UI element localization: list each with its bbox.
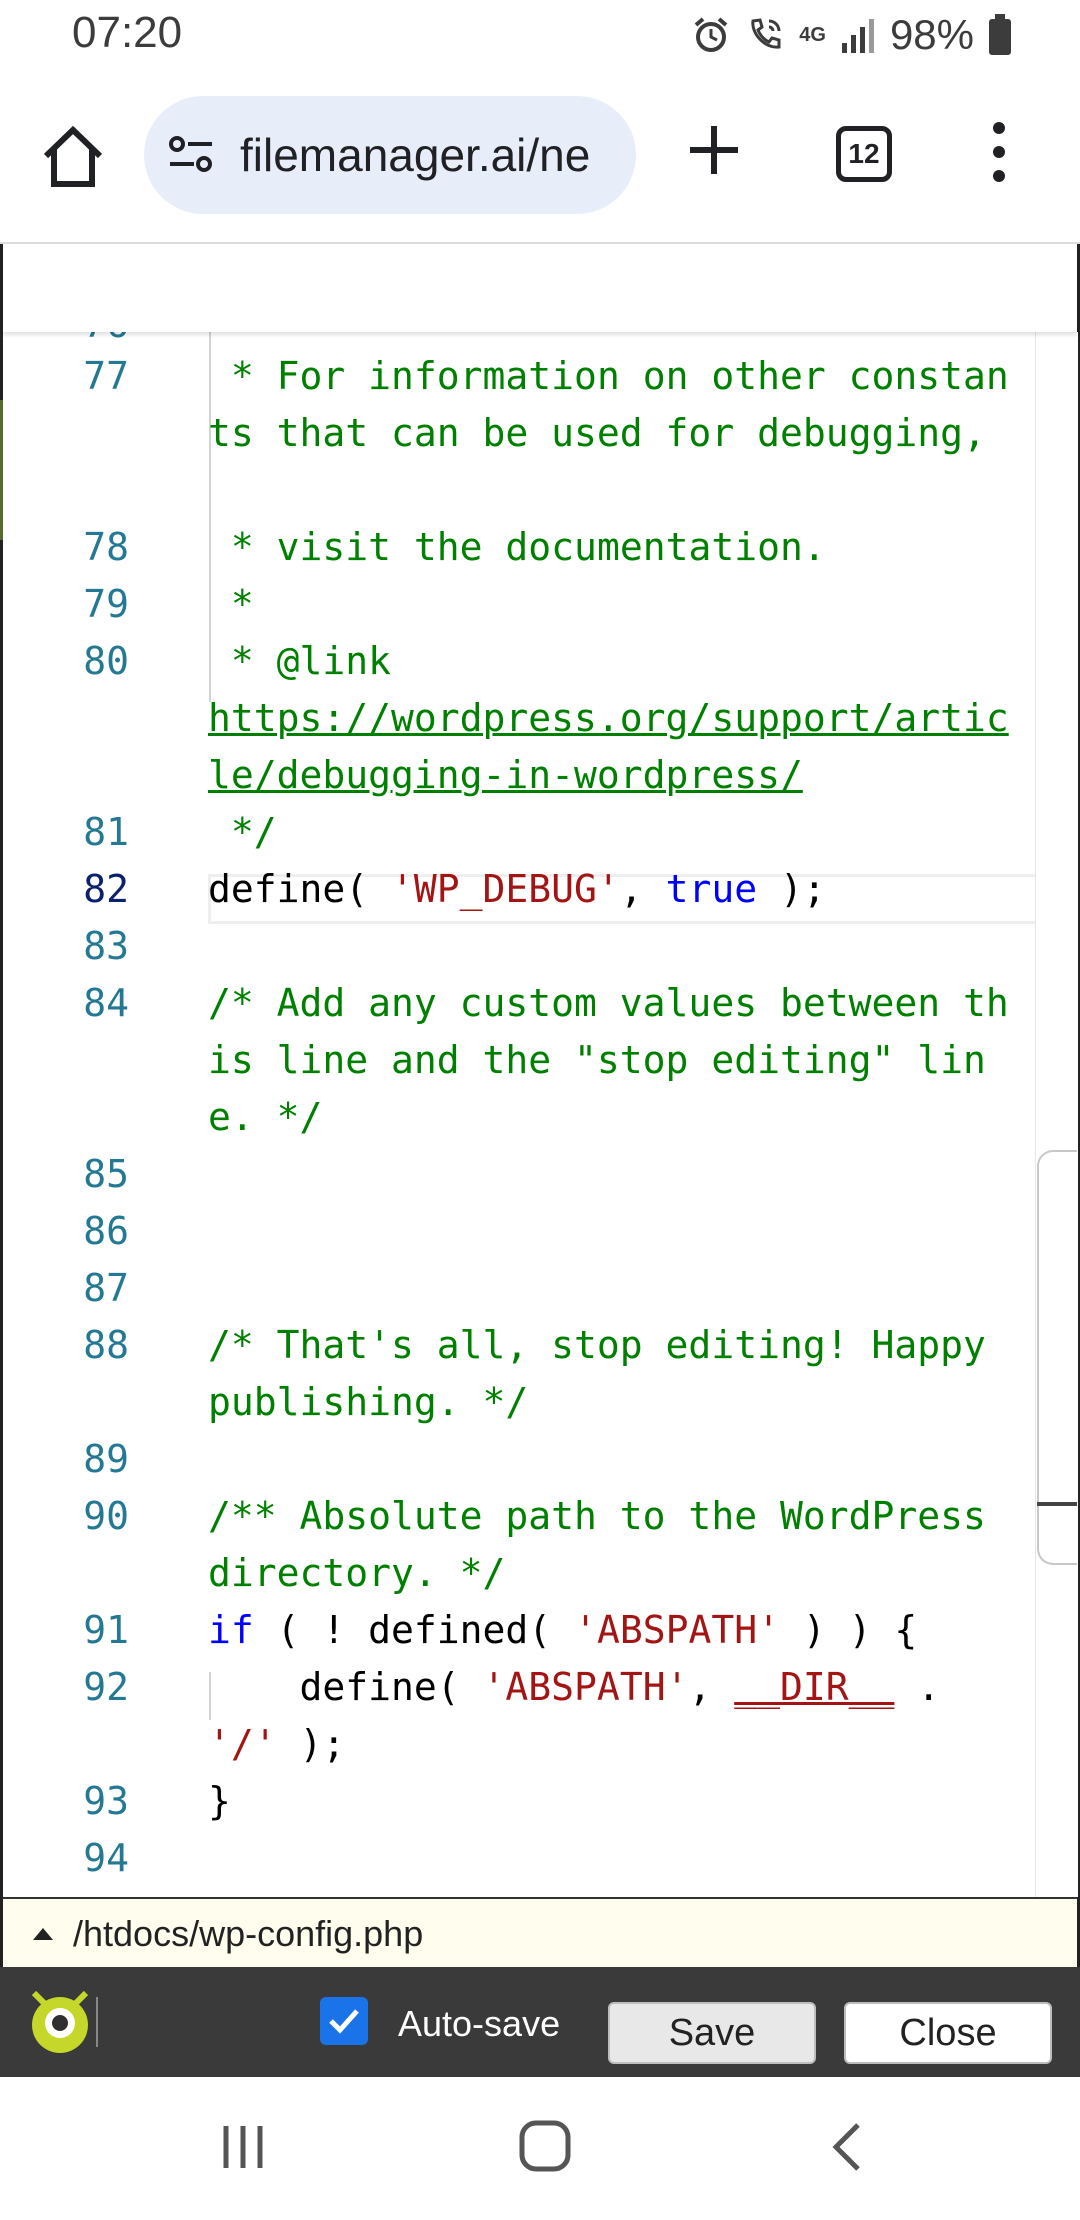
line-number: 92 (83, 1665, 129, 1709)
status-bar: 07:20 4G 98% (0, 0, 1080, 72)
network-4g-icon: 4G (799, 24, 826, 46)
recent-apps-icon[interactable] (218, 2122, 268, 2172)
line-number: 89 (83, 1437, 129, 1481)
system-nav-bar (0, 2077, 1080, 2220)
tabs-icon[interactable]: 12 (836, 126, 892, 182)
line-number: 76 (3, 332, 129, 346)
editor-toolbar: Auto-save Save Close (0, 1967, 1080, 2077)
scroll-position-marker (1037, 1502, 1077, 1506)
token: , (619, 867, 666, 911)
token: ); (757, 867, 826, 911)
new-tab-icon[interactable] (686, 122, 742, 178)
code-text: if ( ! defined( 'ABSPATH' ) ) { (208, 1602, 1028, 1659)
tab-count: 12 (848, 138, 880, 169)
token-string: 'ABSPATH' (574, 1608, 780, 1652)
editor-header-strip (3, 244, 1077, 332)
token-string: 'WP_DEBUG' (391, 867, 620, 911)
code-text: /* Add any custom values between this li… (208, 981, 1009, 1139)
line-number: 81 (83, 810, 129, 854)
doc-link[interactable]: https://wordpress.org/support/article/de… (208, 690, 1028, 804)
token-constant: __DIR__ (734, 1665, 895, 1709)
token: . (894, 1665, 964, 1709)
code-text: } (208, 1779, 231, 1823)
token: , (688, 1665, 735, 1709)
line-number: 86 (83, 1209, 129, 1253)
line-number: 91 (83, 1608, 129, 1652)
token-keyword: true (665, 867, 758, 911)
file-path: /htdocs/wp-config.php (73, 1913, 424, 1954)
token: ) ) { (779, 1608, 918, 1652)
status-time: 07:20 (72, 8, 183, 57)
token-string: 'ABSPATH' (482, 1665, 689, 1709)
token: ( ! defined( (253, 1608, 575, 1652)
line-number: 80 (83, 639, 129, 683)
line-number: 85 (83, 1152, 129, 1196)
home-nav-icon[interactable] (518, 2119, 572, 2173)
file-path-bar[interactable]: /htdocs/wp-config.php (3, 1897, 1077, 1969)
browser-toolbar: filemanager.ai/ne 12 (0, 72, 1080, 244)
battery-icon (989, 14, 1011, 55)
line-number: 87 (83, 1266, 129, 1310)
battery-percent: 98% (889, 11, 974, 58)
more-menu-icon[interactable] (984, 120, 1014, 184)
code-text: * @link (208, 639, 392, 683)
status-icons: 4G 98% (691, 10, 1012, 60)
line-number: 79 (83, 582, 129, 626)
line-number: 78 (83, 525, 129, 569)
line-number: 88 (83, 1323, 129, 1367)
back-icon[interactable] (826, 2121, 870, 2173)
line-number: 84 (83, 981, 129, 1025)
token: define( (208, 1665, 483, 1709)
site-settings-icon[interactable] (166, 130, 216, 180)
signal-icon (841, 19, 874, 53)
token: define( (208, 867, 392, 911)
line-number: 82 (83, 867, 129, 911)
home-icon[interactable] (38, 122, 108, 192)
code-text: define( 'ABSPATH', __DIR__ . '/' ); (208, 1659, 1028, 1773)
line-number: 83 (83, 924, 129, 968)
line-number: 94 (83, 1836, 129, 1880)
line-number: 90 (83, 1494, 129, 1538)
toolbar-separator (96, 1997, 98, 2047)
code-text: /** Absolute path to the WordPress direc… (208, 1494, 1009, 1595)
line-number: 93 (83, 1779, 129, 1823)
close-button[interactable]: Close (844, 2002, 1052, 2064)
caret-up-icon[interactable] (33, 1928, 53, 1940)
token-string: '/' (208, 1722, 277, 1766)
code-text: /* That's all, stop editing! Happy publi… (208, 1323, 1009, 1424)
code-text: * visit the documentation. (208, 525, 826, 569)
save-button[interactable]: Save (608, 2002, 816, 2064)
code-text: define( 'WP_DEBUG', true ); (208, 861, 1028, 918)
code-text: * (208, 582, 254, 626)
code-text: */ (208, 810, 277, 854)
autosave-checkbox[interactable] (320, 1997, 368, 2045)
checkmark-icon (329, 2009, 359, 2034)
autosave-label[interactable]: Auto-save (398, 2003, 560, 2045)
wifi-call-icon (751, 18, 781, 49)
address-bar[interactable]: filemanager.ai/ne (144, 96, 636, 214)
app-logo-icon (31, 1990, 89, 2053)
line-number: 77 (83, 354, 129, 398)
editor-scrollbar-track[interactable] (1035, 332, 1078, 1897)
token-keyword: if (208, 1608, 254, 1652)
alarm-icon (694, 17, 728, 52)
url-text[interactable]: filemanager.ai/ne (240, 128, 590, 182)
code-editor[interactable]: 76 77 * For information on other constan… (3, 332, 1035, 1897)
token: ); (276, 1722, 346, 1766)
code-text: * For information on other constants tha… (208, 354, 1009, 455)
